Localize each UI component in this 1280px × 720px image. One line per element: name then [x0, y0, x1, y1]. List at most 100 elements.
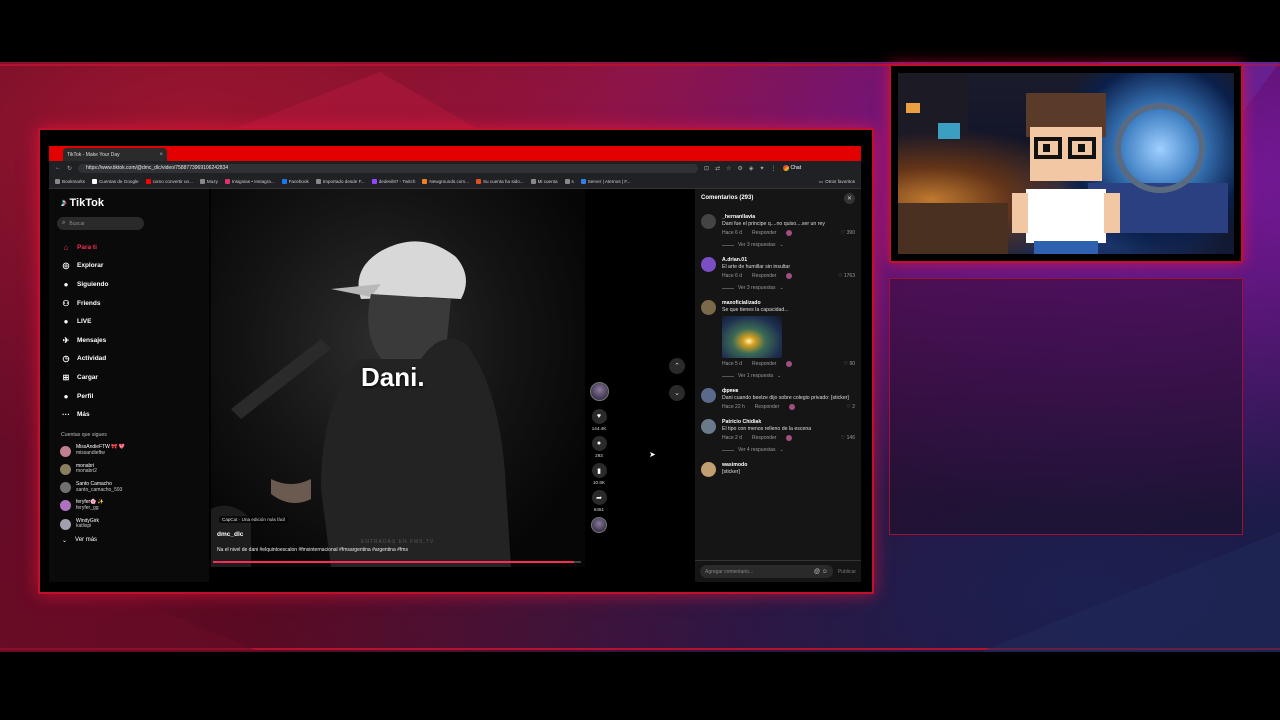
bookmark-item[interactable]: Insignias • Instagra...: [224, 179, 275, 184]
extension-icon[interactable]: ⚙: [737, 165, 742, 172]
browser-capture-frame: TikTok - Make Your Day × ← ↻ https://www…: [38, 128, 874, 594]
reply-button[interactable]: Responder: [752, 361, 776, 367]
porthole-shape: [1115, 103, 1205, 193]
view-replies-button[interactable]: Ver 3 respuestas ⌄: [722, 242, 855, 248]
comment-like-button[interactable]: ♡ 146: [841, 435, 855, 441]
translate-icon[interactable]: ⇄: [715, 165, 720, 172]
sidebar-item-cargar[interactable]: ⊞ Cargar: [57, 368, 201, 387]
chevron-down-icon: ⌄: [674, 390, 680, 397]
close-icon[interactable]: ✕: [844, 192, 855, 204]
view-replies-button[interactable]: Ver 4 respuestas ⌄: [722, 447, 855, 453]
reply-button[interactable]: Responder: [752, 230, 776, 236]
video-progress-bar[interactable]: [213, 561, 581, 563]
video-description[interactable]: Na el nivel de dani #elquintoescalon #fm…: [217, 547, 408, 553]
reload-icon[interactable]: ↻: [67, 165, 72, 172]
comment-username[interactable]: _hernanllavia: [722, 214, 855, 220]
see-more-button[interactable]: ⌄ Ver más: [57, 537, 201, 544]
bookmark-item[interactable]: Cuentas de Google: [91, 179, 139, 184]
puzzle-icon[interactable]: ✦: [760, 165, 765, 172]
comment-button[interactable]: ● 293: [589, 436, 609, 458]
followed-account[interactable]: WindyGirk katlispi: [57, 515, 201, 533]
followed-account[interactable]: monabri monabri2: [57, 460, 201, 478]
bookmark-item[interactable]: dedevil87 - Twitch: [371, 179, 415, 184]
bookmark-item[interactable]: Server | Aternos | F...: [580, 179, 631, 184]
tab-tiktok[interactable]: TikTok - Make Your Day ×: [63, 148, 167, 161]
sidebar-item-explorar[interactable]: ◎ Explorar: [57, 257, 201, 276]
sidebar-item-perfil[interactable]: ● Perfil: [57, 387, 201, 406]
capcut-badge[interactable]: CapCut · Una edición más fácil: [219, 516, 289, 523]
profile-icon: ●: [63, 391, 69, 401]
video-player[interactable]: Dani. CapCut · Una edición más fácil dmc…: [211, 189, 585, 567]
back-arrow-icon[interactable]: ←: [55, 165, 61, 171]
followed-account[interactable]: Santo Camacho santo_camacho_593: [57, 479, 201, 497]
share-button[interactable]: ➦ 6451: [589, 490, 609, 512]
sidebar-item-siguiendo[interactable]: ● Siguiendo: [57, 275, 201, 294]
view-replies-button[interactable]: Ver 1 respuesta ⌄: [722, 373, 855, 379]
comment-like-button[interactable]: ♡ 90: [844, 361, 855, 367]
previous-video-button[interactable]: ⌃: [669, 358, 685, 374]
comment-username[interactable]: wasimodo: [722, 462, 855, 468]
commenter-avatar[interactable]: [701, 419, 716, 434]
shield-icon[interactable]: ◈: [749, 165, 754, 172]
next-video-button[interactable]: ⌄: [669, 385, 685, 401]
reply-button[interactable]: Responder: [752, 435, 776, 441]
comment-username[interactable]: maxoficializado: [722, 300, 855, 306]
like-button[interactable]: ♥ 144.4K: [589, 409, 609, 431]
bookmark-item[interactable]: Bookmarks: [55, 179, 85, 184]
bookmark-item[interactable]: Facebook: [281, 179, 309, 184]
mention-emoji-icons[interactable]: @ ☺: [814, 569, 828, 575]
author-avatar-button[interactable]: [589, 382, 609, 401]
tab-close-icon[interactable]: ×: [159, 152, 163, 158]
view-replies-label: Ver 3 respuestas: [738, 285, 776, 291]
comment-like-button[interactable]: ♡ 2: [846, 404, 855, 410]
comment-username[interactable]: A.drian.01: [722, 257, 855, 263]
commenter-avatar[interactable]: [701, 388, 716, 403]
menu-dots-icon[interactable]: ⋮: [771, 165, 777, 172]
save-button[interactable]: ▮ 10.6K: [589, 463, 609, 485]
video-author[interactable]: dmc_dlc: [217, 531, 243, 538]
tiktok-logo[interactable]: ♪ TikTok: [57, 197, 201, 209]
comment-username[interactable]: фрянк: [722, 388, 855, 394]
commenter-avatar[interactable]: [701, 257, 716, 272]
install-icon[interactable]: ⊡: [704, 165, 709, 172]
comment-username[interactable]: Patricio Chidiak: [722, 419, 855, 425]
comment-input[interactable]: Agregar comentario... @ ☺: [700, 565, 833, 578]
pants-shape: [1034, 241, 1098, 254]
commenter-avatar[interactable]: [701, 300, 716, 315]
followed-account[interactable]: feryfer🌸 ✨ feryfer_gg: [57, 497, 201, 515]
sidebar-item-para-ti[interactable]: ⌂ Para ti: [57, 238, 201, 257]
followed-account[interactable]: MissAndieFTW 🎀 💖 missandieftw: [57, 442, 201, 460]
star-icon[interactable]: ☆: [726, 165, 731, 172]
chat-button[interactable]: Chat: [782, 165, 801, 171]
bookmark-item[interactable]: como convertir un...: [145, 179, 193, 184]
mouse-cursor-icon: ➤: [649, 450, 656, 459]
post-button[interactable]: Publicar: [838, 569, 856, 575]
bookmark-item[interactable]: Newgrounds.com...: [422, 179, 469, 184]
sidebar-item-mensajes[interactable]: ✈ Mensajes: [57, 331, 201, 350]
bookmark-item[interactable]: s: [564, 179, 574, 184]
bookmark-item[interactable]: Su cuenta ha sido...: [475, 179, 524, 184]
sidebar-item-actividad[interactable]: ◷ Actividad: [57, 350, 201, 369]
bookmark-label: Newgrounds.com...: [429, 179, 469, 184]
bookmark-label: Facebook: [288, 179, 309, 184]
compass-icon: ◎: [62, 261, 70, 271]
comment-like-button[interactable]: ♡ 390: [841, 230, 855, 236]
sidebar-item-friends[interactable]: ⚇ Friends: [57, 294, 201, 313]
bookmark-item[interactable]: Importado desde F...: [315, 179, 365, 184]
sound-button[interactable]: [589, 517, 609, 533]
reply-button[interactable]: Responder: [755, 404, 779, 410]
commenter-avatar[interactable]: [701, 214, 716, 229]
search-input[interactable]: ⌕ Buscar: [57, 217, 144, 230]
other-bookmarks-folder[interactable]: ▭ Otros favoritos: [819, 179, 855, 185]
view-replies-button[interactable]: Ver 3 respuestas ⌄: [722, 285, 855, 291]
sidebar-item-live[interactable]: ● LIVE: [57, 312, 201, 331]
comment-meta: Hace 6 d Responder ♡ 1763: [722, 273, 855, 279]
sidebar-item-label: Actividad: [77, 355, 107, 363]
comment-like-button[interactable]: ♡ 1763: [838, 273, 855, 279]
sidebar-item-m-s[interactable]: ··· Más: [57, 405, 201, 424]
url-field[interactable]: https://www.tiktok.com/@dmc_dlc/video/75…: [78, 163, 699, 173]
reply-button[interactable]: Responder: [752, 273, 776, 279]
bookmark-item[interactable]: Muzy: [199, 179, 218, 184]
bookmark-item[interactable]: Mi cuenta: [530, 179, 558, 184]
commenter-avatar[interactable]: [701, 462, 716, 477]
